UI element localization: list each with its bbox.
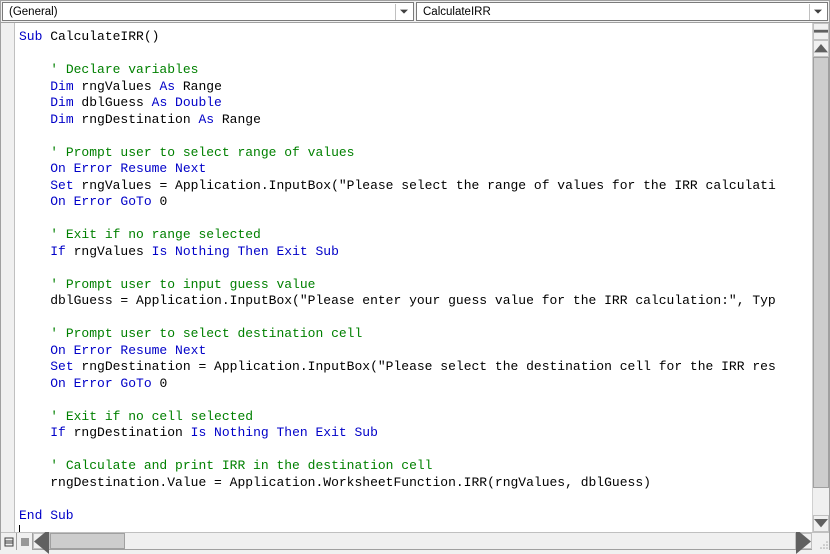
object-dropdown-value: (General) [9, 6, 395, 18]
code-line [19, 128, 812, 145]
code-line: If rngDestination Is Nothing Then Exit S… [19, 425, 812, 442]
scroll-up-button[interactable] [813, 40, 829, 57]
code-line: Set rngValues = Application.InputBox("Pl… [19, 178, 812, 195]
object-dropdown[interactable]: (General) [2, 2, 414, 21]
code-line: On Error Resume Next [19, 161, 812, 178]
code-line: ' Exit if no range selected [19, 227, 812, 244]
code-line: Dim rngValues As Range [19, 79, 812, 96]
margin-indicator-bar[interactable] [1, 23, 15, 532]
code-line: rngDestination.Value = Application.Works… [19, 475, 812, 492]
code-line [19, 392, 812, 409]
code-line [19, 310, 812, 327]
code-line: Sub CalculateIRR() [19, 29, 812, 46]
code-line: On Error GoTo 0 [19, 376, 812, 393]
horizontal-scrollbar[interactable] [33, 533, 812, 549]
code-line: ' Prompt user to input guess value [19, 277, 812, 294]
resize-grip[interactable] [812, 533, 829, 550]
code-line [19, 524, 812, 532]
code-line [19, 442, 812, 459]
code-line: dblGuess = Application.InputBox("Please … [19, 293, 812, 310]
procedure-dropdown[interactable]: CalculateIRR [416, 2, 828, 21]
code-line: Dim dblGuess As Double [19, 95, 812, 112]
scroll-left-button[interactable] [33, 533, 50, 549]
code-line: On Error GoTo 0 [19, 194, 812, 211]
vba-code-editor: (General) CalculateIRR Sub CalculateIRR(… [0, 0, 830, 550]
editor-body: Sub CalculateIRR() ' Declare variables D… [1, 23, 829, 532]
code-line: ' Exit if no cell selected [19, 409, 812, 426]
horizontal-scroll-thumb[interactable] [50, 533, 125, 549]
chevron-down-icon [809, 4, 825, 20]
code-line [19, 211, 812, 228]
code-line: Dim rngDestination As Range [19, 112, 812, 129]
full-module-view-button[interactable] [17, 533, 33, 550]
code-line [19, 260, 812, 277]
vertical-scrollbar[interactable] [812, 23, 829, 532]
code-line: ' Calculate and print IRR in the destina… [19, 458, 812, 475]
code-line: ' Declare variables [19, 62, 812, 79]
chevron-down-icon [395, 4, 411, 20]
scroll-right-button[interactable] [795, 533, 812, 549]
code-line [19, 491, 812, 508]
horizontal-scroll-track[interactable] [50, 533, 795, 549]
vertical-scroll-thumb[interactable] [813, 57, 829, 488]
text-cursor [19, 525, 20, 532]
object-procedure-bar: (General) CalculateIRR [1, 1, 829, 23]
scroll-split-handle[interactable] [813, 23, 829, 40]
scroll-down-button[interactable] [813, 515, 829, 532]
procedure-dropdown-value: CalculateIRR [423, 6, 809, 18]
code-line: ' Prompt user to select range of values [19, 145, 812, 162]
procedure-view-button[interactable] [1, 533, 17, 550]
code-line: On Error Resume Next [19, 343, 812, 360]
code-line: Set rngDestination = Application.InputBo… [19, 359, 812, 376]
code-line [19, 46, 812, 63]
bottom-bar [1, 532, 829, 549]
vertical-scroll-track[interactable] [813, 57, 829, 515]
code-line: End Sub [19, 508, 812, 525]
code-line: If rngValues Is Nothing Then Exit Sub [19, 244, 812, 261]
code-text-area[interactable]: Sub CalculateIRR() ' Declare variables D… [15, 23, 812, 532]
code-line: ' Prompt user to select destination cell [19, 326, 812, 343]
